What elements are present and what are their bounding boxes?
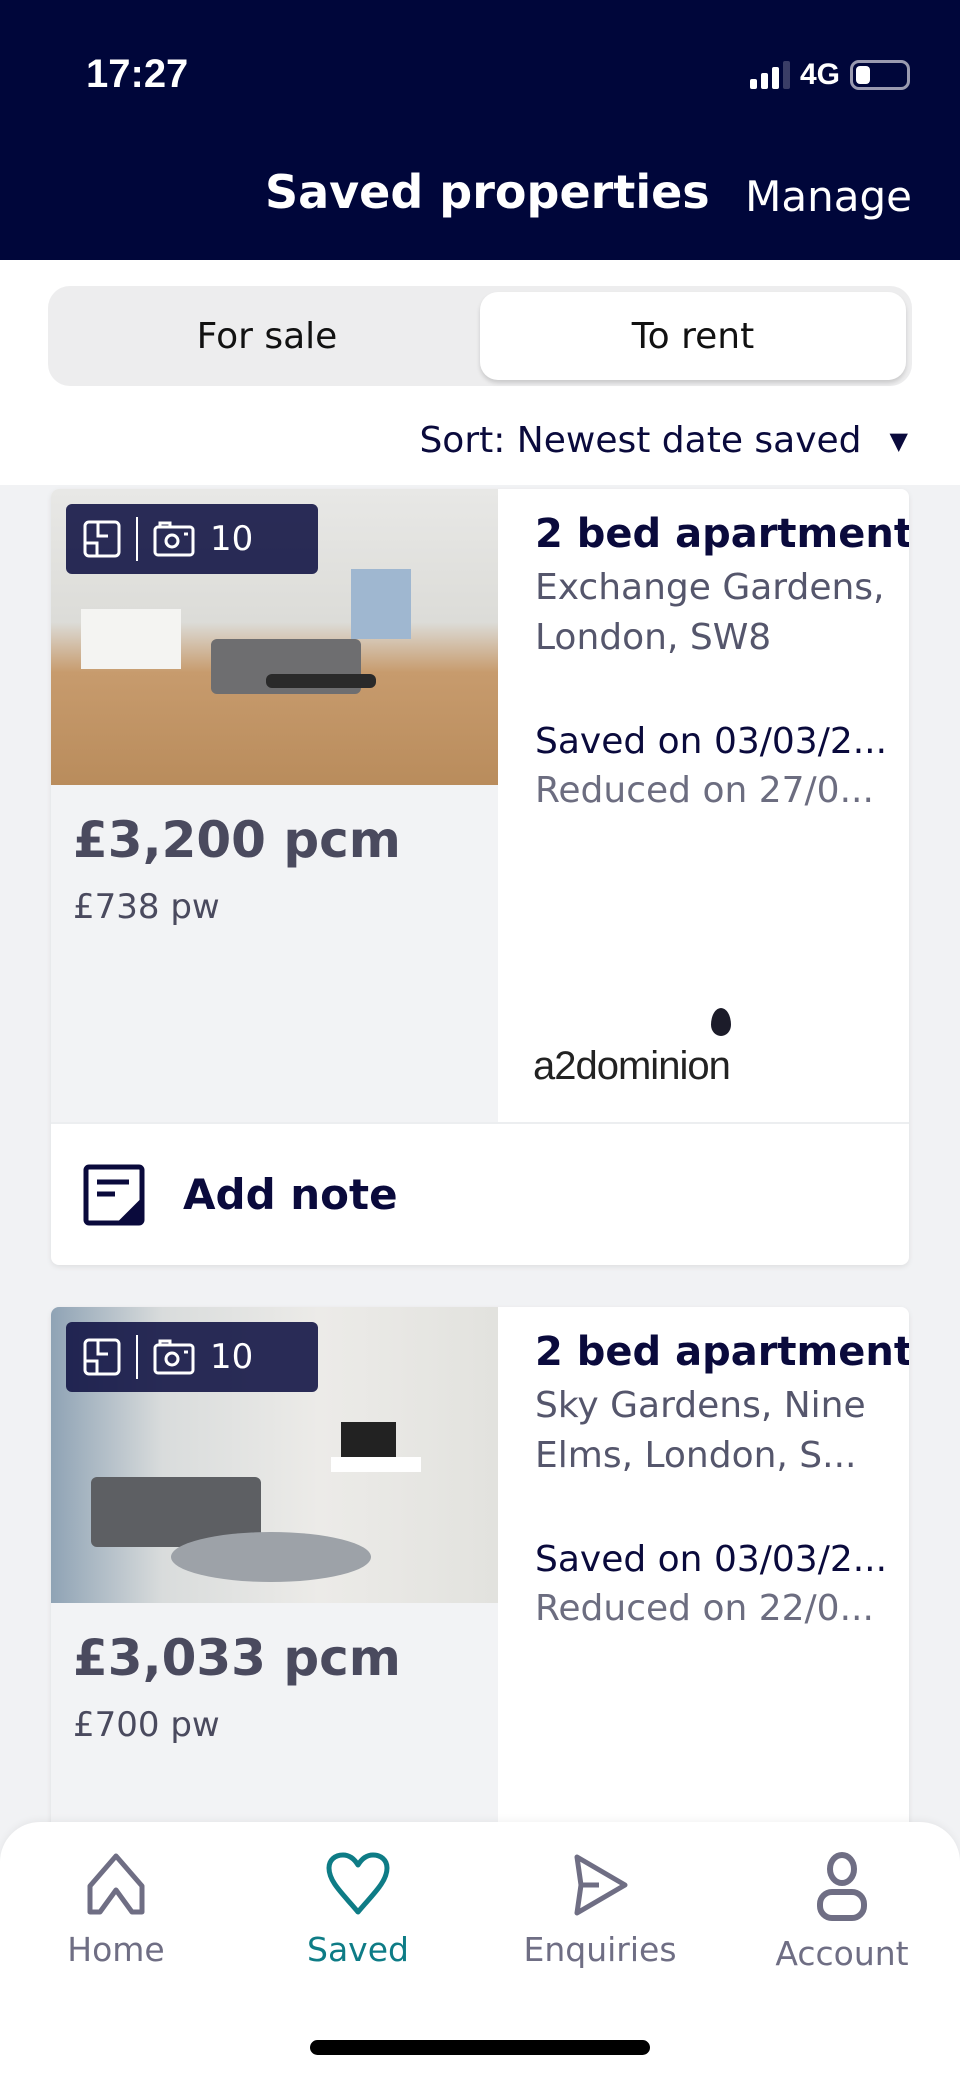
home-icon <box>87 1853 145 1915</box>
photo-count: 10 <box>210 519 254 559</box>
camera-icon <box>153 521 195 557</box>
sort-label: Sort: Newest date saved <box>419 420 862 461</box>
divider <box>136 1335 138 1379</box>
nav-saved-label: Saved <box>307 1930 409 1969</box>
send-icon <box>574 1854 628 1916</box>
network-label: 4G <box>799 58 840 91</box>
card-details: 2 bed apartment Sky Gardens, Nine Elms, … <box>535 1329 909 1629</box>
nav-enquiries[interactable]: Enquiries <box>500 1852 700 1969</box>
heart-icon <box>326 1852 390 1915</box>
price: £3,033 pcm <box>73 1629 401 1687</box>
add-note-label: Add note <box>183 1170 398 1219</box>
photo-count: 10 <box>210 1337 254 1377</box>
status-icons: 4G <box>749 58 910 92</box>
note-icon <box>83 1164 145 1225</box>
floorplan-icon <box>83 520 121 558</box>
person-icon <box>817 1852 867 1921</box>
floorplan-icon <box>83 1338 121 1376</box>
status-time: 17:27 <box>86 52 189 96</box>
tab-for-sale[interactable]: For sale <box>54 292 480 380</box>
battery-icon <box>850 60 910 90</box>
reduced-date: Reduced on 27/0... <box>535 770 874 811</box>
property-card[interactable]: 10 £3,200 pcm £738 pw 2 bed apartment Ex… <box>51 489 909 1265</box>
camera-icon <box>153 1339 195 1375</box>
nav-home-label: Home <box>67 1930 165 1969</box>
segmented-control: For sale To rent <box>48 286 912 386</box>
media-badge: 10 <box>66 504 318 574</box>
price-weekly: £700 pw <box>73 1705 220 1745</box>
header: 17:27 4G Saved properties Manage <box>0 0 960 260</box>
property-address: Sky Gardens, Nine Elms, London, S... <box>535 1385 866 1476</box>
page-title: Saved properties <box>265 165 710 219</box>
divider <box>136 517 138 561</box>
card-left: 10 £3,033 pcm £700 pw <box>51 1307 498 1867</box>
property-type: 2 bed apartment <box>535 511 909 557</box>
nav-home[interactable]: Home <box>16 1852 216 1969</box>
price: £3,200 pcm <box>73 811 401 869</box>
home-indicator[interactable] <box>310 2040 650 2055</box>
card-details: 2 bed apartment Exchange Gardens, London… <box>535 511 909 811</box>
tab-to-rent[interactable]: To rent <box>480 292 906 380</box>
nav-account-label: Account <box>775 1934 909 1973</box>
saved-date: Saved on 03/03/2... <box>535 1539 888 1580</box>
triangle-down-icon: ▼ <box>889 426 908 455</box>
saved-date: Saved on 03/03/2... <box>535 721 888 762</box>
media-badge: 10 <box>66 1322 318 1392</box>
property-address: Exchange Gardens, London, SW8 <box>535 567 885 658</box>
signal-icon <box>749 61 790 89</box>
price-weekly: £738 pw <box>73 887 220 927</box>
nav-saved[interactable]: Saved <box>258 1852 458 1969</box>
reduced-date: Reduced on 22/0... <box>535 1588 874 1629</box>
property-card[interactable]: 10 £3,033 pcm £700 pw 2 bed apartment Sk… <box>51 1307 909 1867</box>
card-left: 10 £3,200 pcm £738 pw <box>51 489 498 1122</box>
property-type: 2 bed apartment <box>535 1329 909 1375</box>
nav-account[interactable]: Account <box>742 1852 942 1973</box>
manage-button[interactable]: Manage <box>745 172 912 221</box>
add-note-button[interactable]: Add note <box>51 1122 909 1265</box>
sort-dropdown[interactable]: Sort: Newest date saved ▼ <box>419 420 908 461</box>
agent-logo: a2dominion <box>533 1008 731 1089</box>
nav-enquiries-label: Enquiries <box>523 1930 677 1969</box>
